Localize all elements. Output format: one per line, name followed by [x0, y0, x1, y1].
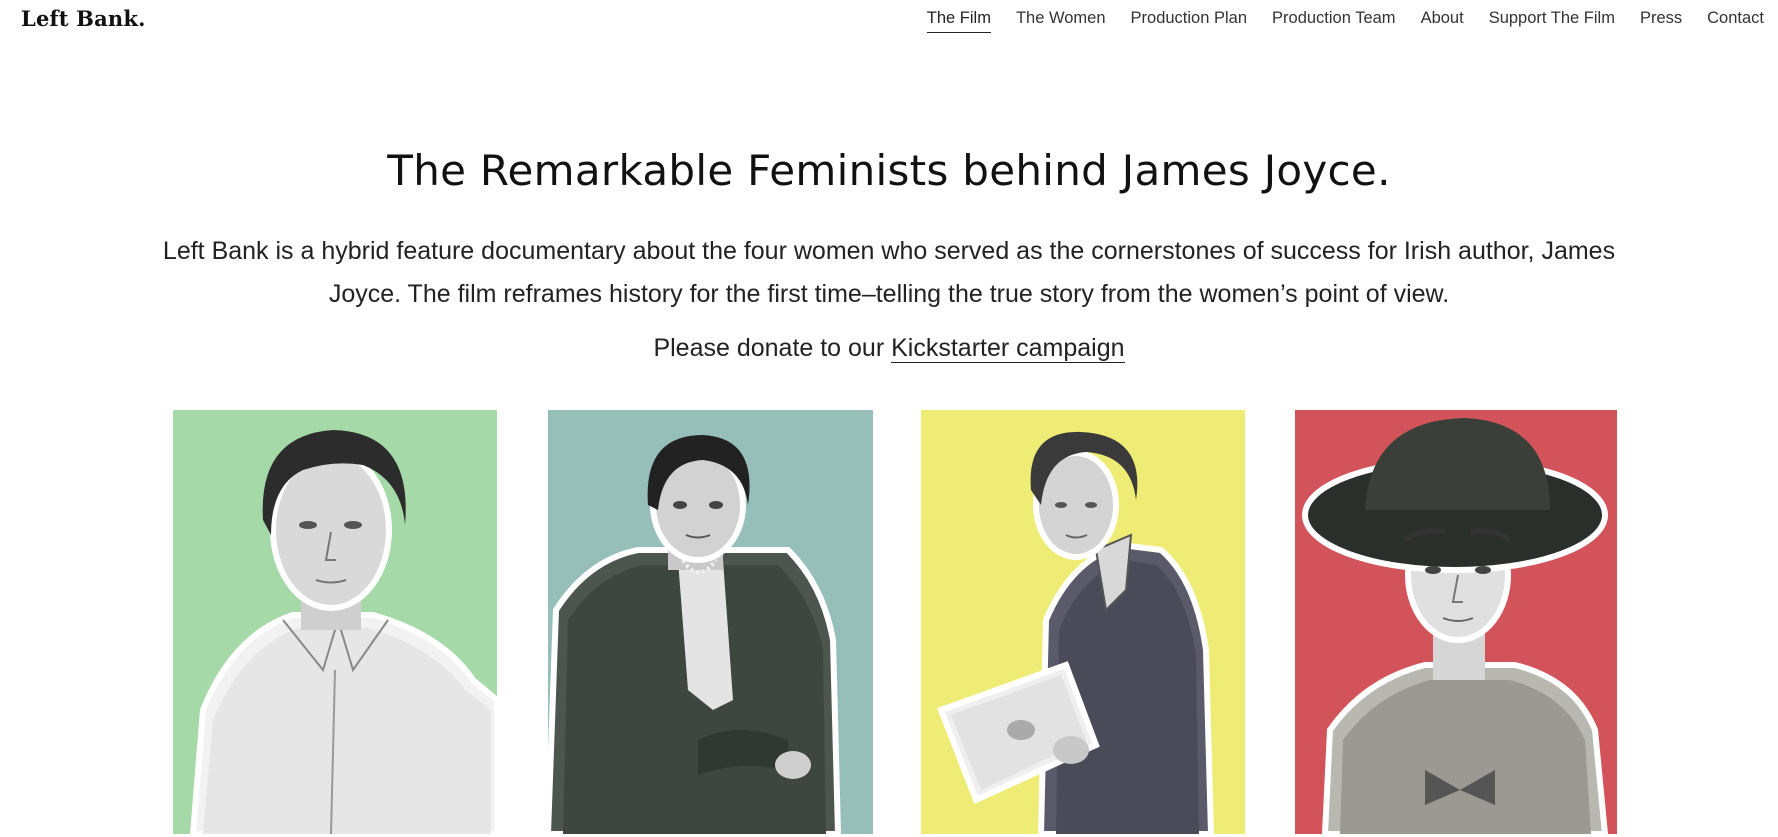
portrait-image-3 — [921, 410, 1245, 834]
portrait-1[interactable] — [173, 410, 497, 834]
donate-prefix: Please donate to our — [653, 334, 892, 362]
portrait-image-2 — [548, 410, 873, 834]
page: Left Bank. The Film The Women Production… — [0, 0, 1778, 837]
main-nav: The Film The Women Production Plan Produ… — [926, 9, 1764, 33]
portrait-4[interactable] — [1295, 410, 1617, 834]
portrait-2[interactable] — [548, 410, 873, 834]
nav-item-the-women[interactable]: The Women — [1016, 9, 1106, 33]
portrait-image-4 — [1295, 410, 1617, 834]
nav-item-press[interactable]: Press — [1640, 9, 1682, 33]
nav-item-production-team[interactable]: Production Team — [1272, 9, 1396, 33]
kickstarter-link[interactable]: Kickstarter campaign — [891, 334, 1125, 363]
nav-item-about[interactable]: About — [1421, 9, 1464, 33]
donate-line: Please donate to our Kickstarter campaig… — [0, 334, 1778, 363]
portrait-3[interactable] — [921, 410, 1245, 834]
page-headline: The Remarkable Feminists behind James Jo… — [387, 146, 1391, 195]
portrait-image-1 — [173, 410, 497, 834]
nav-item-production-plan[interactable]: Production Plan — [1131, 9, 1248, 33]
nav-item-contact[interactable]: Contact — [1707, 9, 1764, 33]
nav-item-support-the-film[interactable]: Support The Film — [1489, 9, 1615, 33]
intro-paragraph: Left Bank is a hybrid feature documentar… — [162, 237, 1616, 308]
site-logo[interactable]: Left Bank. — [21, 6, 146, 31]
nav-item-the-film[interactable]: The Film — [926, 9, 991, 33]
